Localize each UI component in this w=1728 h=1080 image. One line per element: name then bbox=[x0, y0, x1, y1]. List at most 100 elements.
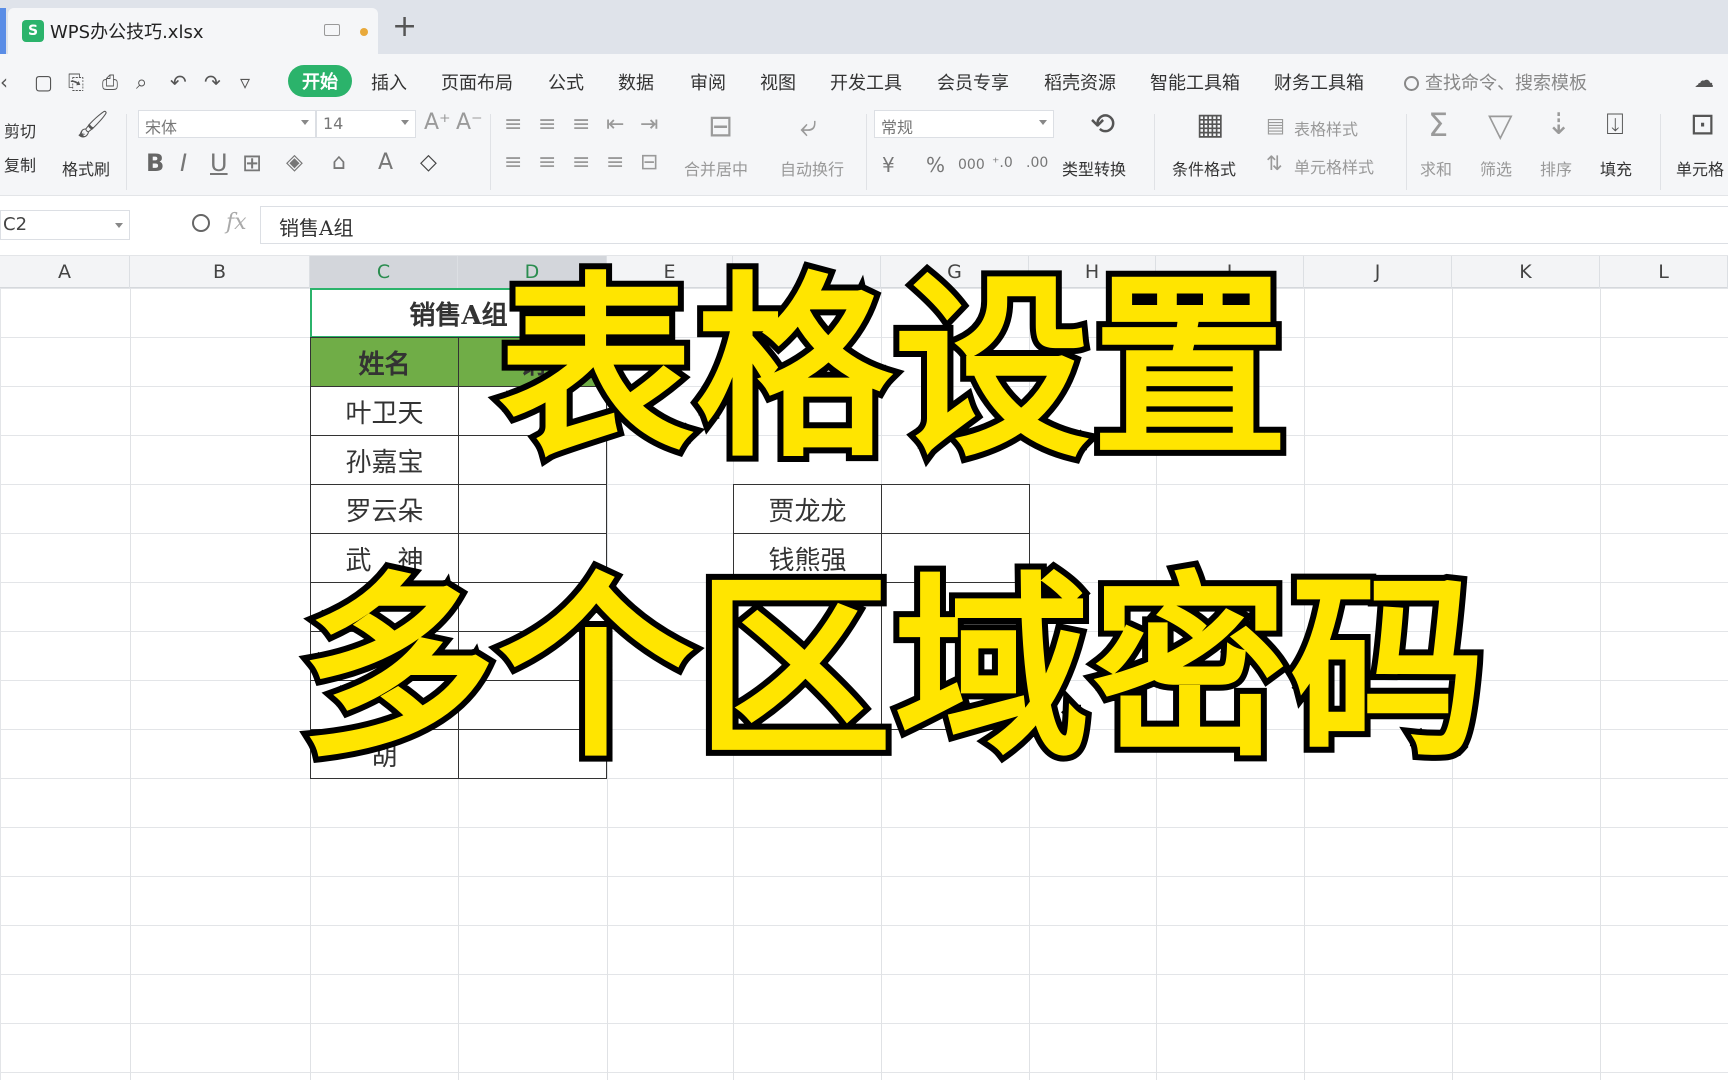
menu-docer[interactable]: 稻壳资源 bbox=[1044, 69, 1116, 95]
menu-developer[interactable]: 开发工具 bbox=[830, 69, 902, 95]
ribbon-separator bbox=[126, 114, 127, 190]
print-icon[interactable]: ⎙ bbox=[102, 70, 118, 94]
number-format-select[interactable]: 常规 bbox=[874, 110, 1054, 138]
wps-spreadsheet-window: S WPS办公技巧.xlsx + ‹ ▢ ⎘ ⎙ ⌕ ↶ ↷ ▿ 开始 插入 页… bbox=[0, 0, 1728, 1080]
decrease-decimal-icon[interactable]: .00 bbox=[1026, 150, 1048, 176]
more-quick-access-icon[interactable]: ▿ bbox=[240, 70, 250, 94]
increase-font-icon[interactable]: A⁺ bbox=[424, 110, 451, 136]
italic-icon[interactable]: I bbox=[180, 150, 187, 176]
menu-member[interactable]: 会员专享 bbox=[937, 69, 1009, 95]
font-name-select[interactable]: 宋体 bbox=[138, 110, 316, 138]
left-accent-strip bbox=[0, 8, 6, 54]
percent-button[interactable]: % bbox=[926, 152, 945, 178]
cell-button[interactable]: 单元格 bbox=[1676, 156, 1724, 180]
collapse-icon[interactable]: ‹ bbox=[0, 70, 8, 94]
zoom-icon[interactable] bbox=[192, 214, 210, 232]
ribbon-home: 剪切 复制 🖌 格式刷 宋体 14 A⁺ A⁻ B I U ⊞ ◈ ⌂ A ◇ … bbox=[0, 108, 1728, 196]
fill-color-icon[interactable]: ◈ bbox=[286, 150, 303, 176]
table-style-button[interactable]: 表格样式 bbox=[1294, 116, 1358, 140]
undo-icon[interactable]: ↶ bbox=[170, 70, 187, 94]
export-icon[interactable]: ⎘ bbox=[68, 70, 84, 94]
ribbon-separator bbox=[1660, 114, 1661, 190]
new-tab-button[interactable]: + bbox=[392, 12, 417, 42]
format-painter-button[interactable]: 格式刷 bbox=[62, 156, 110, 180]
decrease-font-icon[interactable]: A⁻ bbox=[456, 110, 483, 136]
cloud-icon[interactable]: ☁ bbox=[1694, 68, 1714, 92]
type-convert-button[interactable]: 类型转换 bbox=[1062, 156, 1126, 180]
font-size-select[interactable]: 14 bbox=[316, 110, 416, 138]
command-search-text: 查找命令、搜索模板 bbox=[1425, 73, 1587, 94]
format-painter-icon: 🖌 bbox=[76, 110, 110, 140]
bold-icon[interactable]: B bbox=[146, 150, 164, 176]
table-row[interactable]: 贾龙龙 bbox=[733, 484, 882, 534]
font-size-value: 14 bbox=[323, 114, 344, 133]
wps-sheet-logo-icon: S bbox=[22, 20, 44, 42]
currency-button[interactable]: ¥ bbox=[882, 152, 895, 178]
cell-icon: ⊡ bbox=[1690, 107, 1716, 142]
menu-review[interactable]: 审阅 bbox=[690, 69, 726, 95]
chevron-down-icon bbox=[301, 120, 309, 125]
menu-data[interactable]: 数据 bbox=[618, 69, 654, 95]
print-preview-icon[interactable]: ⌕ bbox=[136, 70, 147, 94]
increase-decimal-icon[interactable]: ⁺.0 bbox=[992, 150, 1013, 176]
align-left-icon[interactable]: ≡ bbox=[504, 150, 522, 176]
menu-insert[interactable]: 插入 bbox=[371, 69, 407, 95]
align-right-icon[interactable]: ≡ bbox=[572, 150, 590, 176]
table-style-icon: ▤ bbox=[1266, 113, 1285, 137]
align-top-icon[interactable]: ≡ bbox=[504, 112, 522, 138]
copy-button[interactable]: 复制 bbox=[4, 152, 36, 176]
file-tab-name: WPS办公技巧.xlsx bbox=[50, 22, 204, 43]
filter-icon: ▽ bbox=[1488, 106, 1513, 144]
filter-button[interactable]: 筛选 bbox=[1480, 156, 1512, 180]
window-mode-icon[interactable] bbox=[324, 24, 340, 36]
indent-decrease-icon[interactable]: ⇤ bbox=[606, 112, 624, 138]
menu-formulas[interactable]: 公式 bbox=[548, 69, 584, 95]
type-convert-icon: ⟲ bbox=[1090, 107, 1116, 142]
cut-button[interactable]: 剪切 bbox=[4, 118, 36, 142]
clear-format-icon[interactable]: ◇ bbox=[420, 150, 437, 176]
border-icon[interactable]: ⊞ bbox=[242, 150, 262, 176]
highlight-icon[interactable]: ⌂ bbox=[332, 150, 346, 176]
fx-icon[interactable]: fx bbox=[226, 210, 247, 235]
sum-button[interactable]: 求和 bbox=[1420, 156, 1452, 180]
command-search[interactable]: 查找命令、搜索模板 bbox=[1404, 69, 1587, 95]
conditional-format-button[interactable]: 条件格式 bbox=[1172, 156, 1236, 180]
wrap-text-button[interactable]: 自动换行 bbox=[780, 156, 844, 180]
name-box[interactable]: C2 bbox=[0, 210, 130, 240]
menu-finance-toolbox[interactable]: 财务工具箱 bbox=[1274, 69, 1364, 95]
merge-center-icon: ⊟ bbox=[708, 109, 734, 144]
unsaved-dot-icon bbox=[360, 28, 368, 36]
justify-icon[interactable]: ≡ bbox=[606, 150, 624, 176]
number-format-value: 常规 bbox=[881, 118, 914, 137]
fill-icon: ⍗ bbox=[1606, 107, 1624, 142]
formula-input[interactable]: 销售A组 bbox=[260, 206, 1728, 244]
wrap-text-icon: ⤶ bbox=[800, 109, 817, 144]
align-middle-icon[interactable]: ≡ bbox=[538, 112, 556, 138]
redo-icon[interactable]: ↷ bbox=[204, 70, 221, 94]
menu-home[interactable]: 开始 bbox=[288, 65, 352, 97]
search-icon bbox=[1404, 76, 1419, 91]
distributed-icon[interactable]: ⊟ bbox=[640, 150, 658, 176]
menu-view[interactable]: 视图 bbox=[760, 69, 796, 95]
ribbon-separator bbox=[490, 114, 491, 190]
thousands-button[interactable]: 000 bbox=[958, 152, 985, 178]
table-cell[interactable] bbox=[458, 484, 607, 534]
sort-button[interactable]: 排序 bbox=[1540, 156, 1572, 180]
underline-icon[interactable]: U bbox=[210, 150, 228, 176]
table-row[interactable]: 罗云朵 bbox=[310, 484, 459, 534]
menu-page-layout[interactable]: 页面布局 bbox=[441, 69, 513, 95]
menu-smart-toolbox[interactable]: 智能工具箱 bbox=[1150, 69, 1240, 95]
file-tab[interactable]: S WPS办公技巧.xlsx bbox=[8, 8, 378, 54]
align-bottom-icon[interactable]: ≡ bbox=[572, 112, 590, 138]
overlay-title-line1: 表格设置 bbox=[492, 254, 1294, 486]
menu-bar: ‹ ▢ ⎘ ⎙ ⌕ ↶ ↷ ▿ 开始 插入 页面布局 公式 数据 审阅 视图 开… bbox=[0, 54, 1728, 108]
table-cell[interactable] bbox=[881, 484, 1030, 534]
cell-style-button[interactable]: 单元格样式 bbox=[1294, 154, 1374, 178]
title-bar: S WPS办公技巧.xlsx + bbox=[0, 0, 1728, 54]
font-color-icon[interactable]: A bbox=[378, 150, 393, 176]
align-center-icon[interactable]: ≡ bbox=[538, 150, 556, 176]
save-icon[interactable]: ▢ bbox=[34, 70, 53, 94]
fill-button[interactable]: 填充 bbox=[1600, 156, 1632, 180]
merge-center-button[interactable]: 合并居中 bbox=[684, 156, 748, 180]
indent-increase-icon[interactable]: ⇥ bbox=[640, 112, 658, 138]
